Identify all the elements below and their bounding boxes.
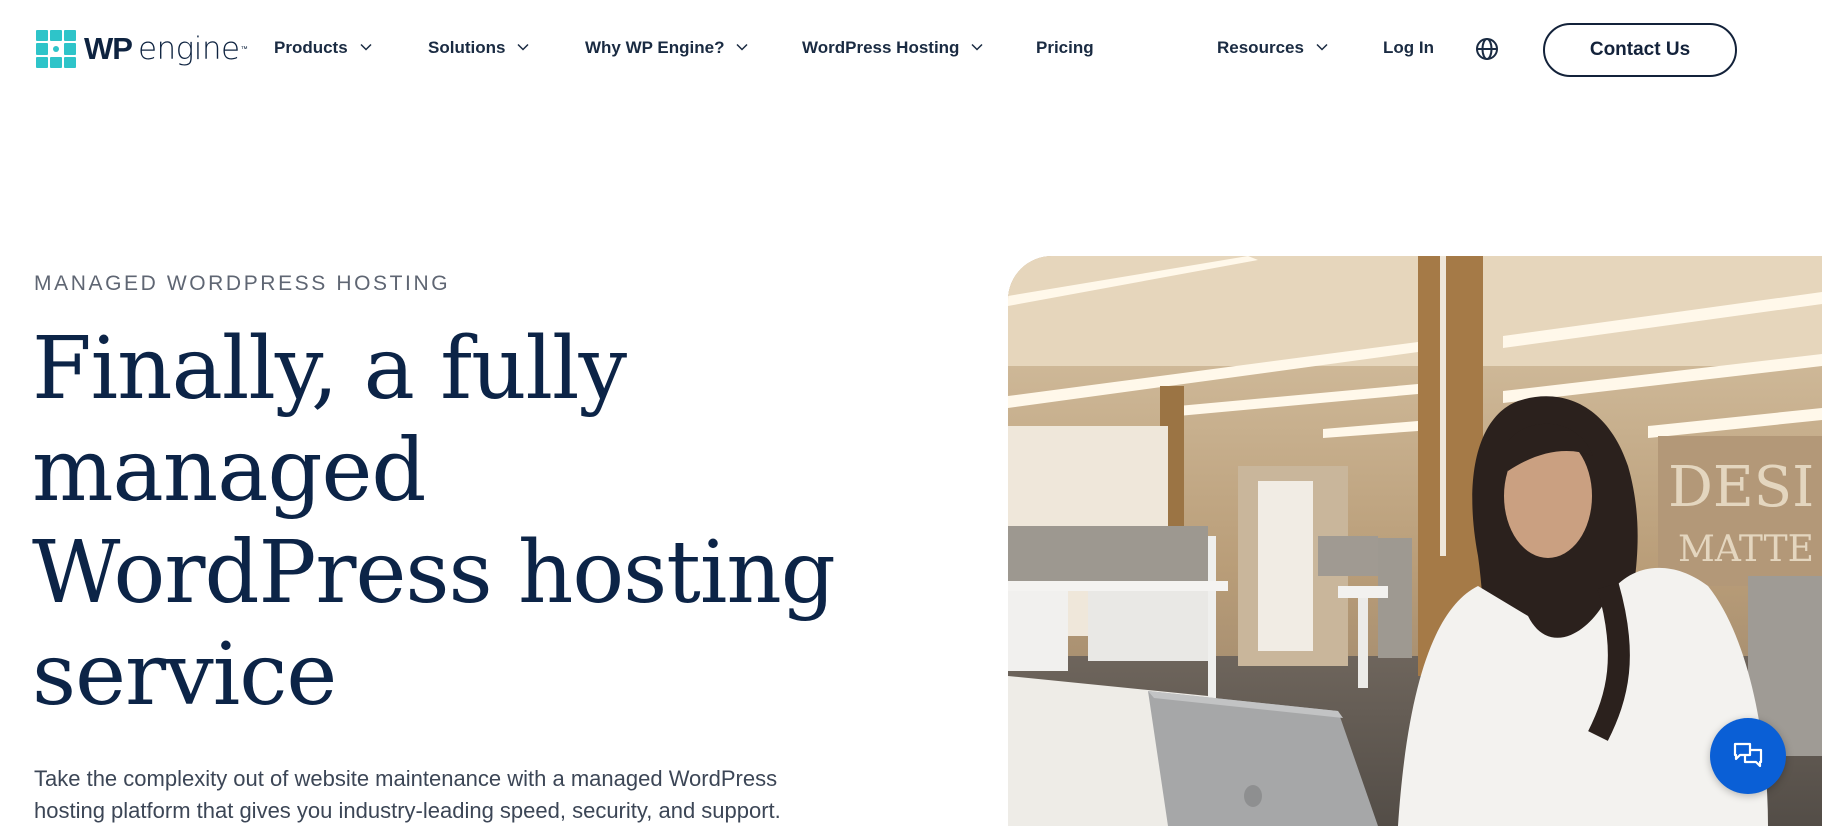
logo-trademark: ™ (240, 45, 248, 53)
nav-hosting-label: WordPress Hosting (802, 38, 960, 57)
lede-line: hosting platform that gives you industry… (34, 798, 781, 823)
hero-eyebrow: MANAGED WORDPRESS HOSTING (34, 272, 451, 295)
nav-resources[interactable]: Resources (1217, 38, 1328, 58)
hero-image: DESI MATTE (1008, 256, 1822, 826)
chevron-down-icon (971, 43, 983, 53)
chat-button[interactable] (1710, 718, 1786, 794)
logo-mark-icon (36, 30, 76, 68)
headline-line: Finally, a fully (32, 319, 627, 419)
nav-solutions-label: Solutions (428, 38, 506, 57)
logo-engine-text: engine (137, 31, 240, 67)
svg-text:DESI: DESI (1668, 455, 1814, 520)
nav-products-label: Products (274, 38, 348, 57)
chevron-down-icon (360, 43, 372, 53)
chevron-down-icon (517, 43, 529, 53)
wp-engine-logo[interactable]: WP engine ™ (36, 30, 248, 68)
office-photo-illustration: DESI MATTE (1008, 256, 1822, 826)
headline-line: WordPress hosting (32, 523, 836, 623)
nav-solutions[interactable]: Solutions (428, 38, 529, 58)
chevron-down-icon (736, 43, 748, 53)
nav-login[interactable]: Log In (1383, 38, 1434, 58)
site-header: WP engine ™ Products Solutions Why WP En… (0, 0, 1822, 98)
hero-headline: Finally, a fully managed WordPress hosti… (32, 318, 932, 726)
nav-why-label: Why WP Engine? (585, 38, 725, 57)
chat-bubbles-icon (1733, 742, 1763, 768)
nav-why-wp-engine[interactable]: Why WP Engine? (585, 38, 748, 58)
contact-us-button[interactable]: Contact Us (1543, 23, 1737, 77)
headline-line: managed (32, 421, 426, 521)
nav-pricing-label: Pricing (1036, 38, 1094, 57)
nav-pricing[interactable]: Pricing (1036, 38, 1094, 58)
nav-resources-label: Resources (1217, 38, 1304, 57)
nav-products[interactable]: Products (274, 38, 372, 58)
logo-wp-text: WP (84, 31, 133, 66)
nav-login-label: Log In (1383, 38, 1434, 57)
chevron-down-icon (1316, 43, 1328, 53)
lede-line: Take the complexity out of website maint… (34, 766, 778, 791)
hero-description: Take the complexity out of website maint… (34, 763, 854, 826)
headline-line: service (32, 625, 337, 725)
globe-icon[interactable] (1475, 37, 1499, 61)
nav-wordpress-hosting[interactable]: WordPress Hosting (802, 38, 983, 58)
svg-text:MATTE: MATTE (1678, 529, 1814, 570)
